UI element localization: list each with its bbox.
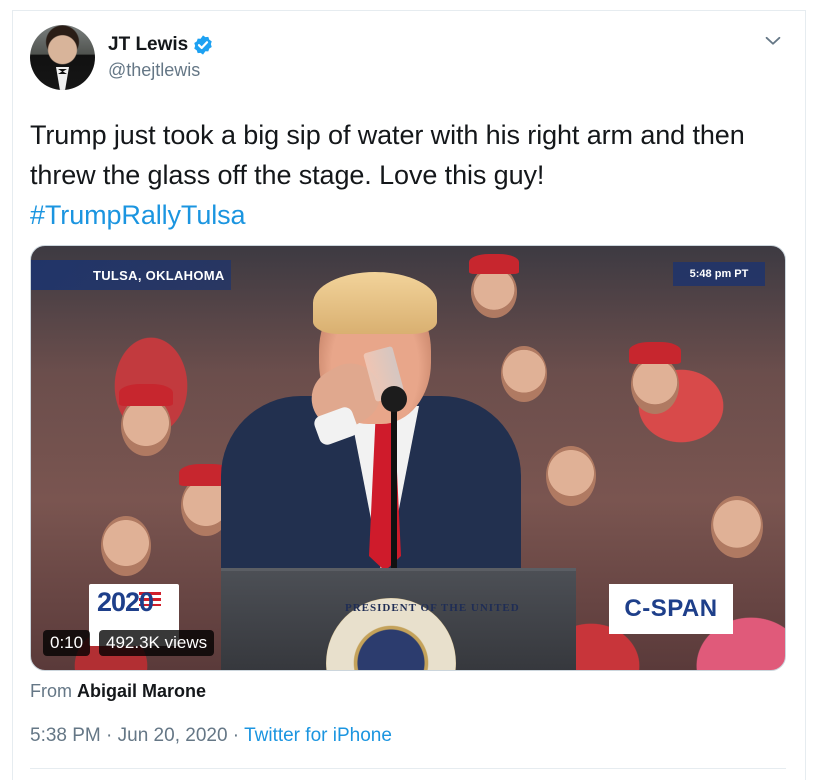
broadcast-time: 5:48 pm PT [673, 262, 765, 286]
divider [30, 768, 786, 769]
crowd-face [546, 446, 596, 506]
video-duration: 0:10 [43, 630, 91, 656]
microphone-icon [381, 386, 407, 412]
attribution-name[interactable]: Abigail Marone [77, 681, 206, 701]
author-handle[interactable]: @thejtlewis [108, 60, 200, 81]
microphone-stand [391, 391, 397, 581]
tweet-meta: 5:38 PM · Jun 20, 2020 · Twitter for iPh… [30, 725, 392, 747]
logo-2020-text: 2020 [97, 587, 154, 617]
author-name-row[interactable]: JT Lewis [108, 34, 214, 56]
verified-badge-icon [194, 35, 212, 55]
chevron-down-icon[interactable] [762, 30, 784, 52]
tweet-body: Trump just took a big sip of water with … [30, 115, 790, 235]
video-attribution: From Abigail Marone [30, 681, 206, 702]
attribution-prefix: From [30, 681, 72, 701]
tweet-timestamp[interactable]: 5:38 PM · Jun 20, 2020 · [30, 725, 244, 746]
author-avatar[interactable] [30, 25, 95, 90]
crowd-face [711, 496, 763, 558]
video-player[interactable]: PRESIDENT OF THE UNITED TULSA, OKLAHOMA … [30, 245, 786, 671]
crowd-cap [119, 384, 173, 406]
location-banner: TULSA, OKLAHOMA [31, 260, 231, 290]
crowd-face [501, 346, 547, 402]
crowd-face [631, 356, 679, 414]
tweet-text: Trump just took a big sip of water with … [30, 120, 745, 190]
seal-text: PRESIDENT OF THE UNITED [345, 602, 520, 614]
crowd-cap [629, 342, 681, 364]
video-views: 492.3K views [99, 630, 215, 656]
author-name[interactable]: JT Lewis [108, 34, 188, 56]
tweet-source-link[interactable]: Twitter for iPhone [244, 725, 392, 746]
hashtag-link[interactable]: #TrumpRallyTulsa [30, 195, 790, 235]
crowd-face [101, 516, 151, 576]
speaker-hair [313, 272, 437, 334]
cspan-logo: C-SPAN [609, 584, 733, 634]
crowd-cap [469, 254, 519, 274]
